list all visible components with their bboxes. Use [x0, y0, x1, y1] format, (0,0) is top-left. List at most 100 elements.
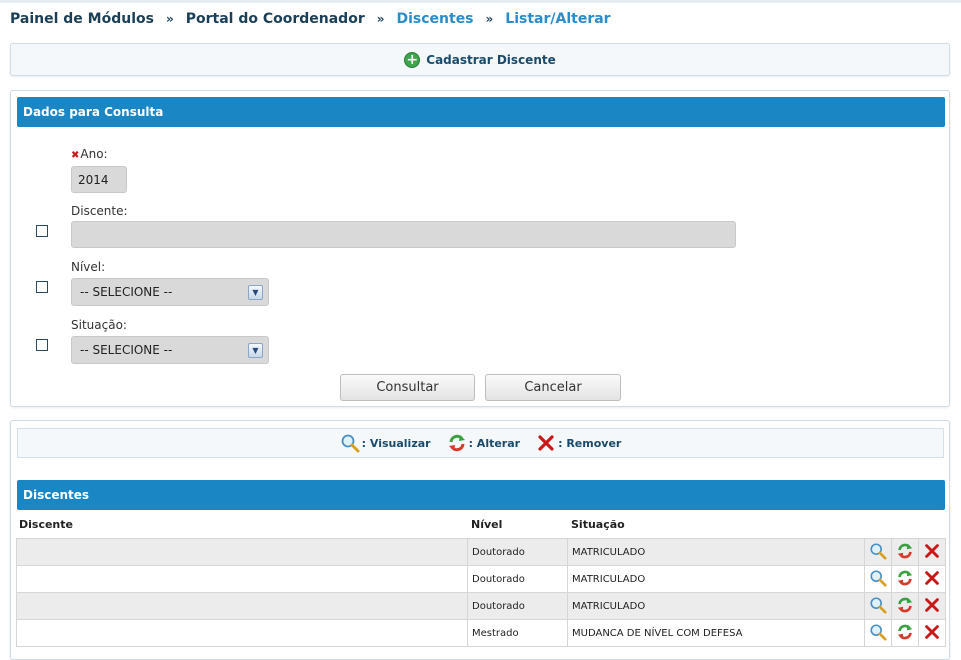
discente-checkbox[interactable]: [36, 225, 48, 237]
remover-button[interactable]: [922, 596, 942, 616]
discentes-table: Doutorado MATRICULADO Doutorado MATRICULADO…: [16, 538, 946, 647]
cell-action: [864, 619, 892, 647]
column-header-nivel: Nível: [471, 518, 503, 531]
top-strip: [0, 0, 961, 3]
breadcrumb-listar-alterar: Listar/Alterar: [505, 11, 611, 27]
refresh-icon: [897, 624, 913, 640]
situacao-label: Situação:: [71, 318, 127, 332]
cell-action: [864, 592, 892, 620]
visualizar-button[interactable]: [868, 596, 888, 616]
breadcrumb-discentes[interactable]: Discentes: [396, 11, 473, 27]
table-row: Mestrado MUDANCA DE NÍVEL COM DEFESA: [16, 619, 946, 647]
remover-button[interactable]: [922, 569, 942, 589]
breadcrumb-portal-coordenador[interactable]: Portal do Coordenador: [186, 11, 365, 27]
cell-action: [864, 565, 892, 593]
alterar-button[interactable]: [895, 569, 915, 589]
alterar-button[interactable]: [895, 542, 915, 562]
magnifier-icon: [870, 570, 887, 587]
cell-nivel: Mestrado: [467, 619, 568, 647]
cell-nivel: Doutorado: [467, 538, 568, 566]
consultar-button[interactable]: Consultar: [340, 374, 475, 401]
visualizar-button[interactable]: [868, 569, 888, 589]
cell-discente: [16, 565, 468, 593]
nivel-label: Nível:: [71, 260, 106, 274]
chevron-down-icon: ▼: [248, 285, 263, 300]
refresh-icon: [897, 597, 913, 613]
remove-icon: [925, 544, 939, 558]
remove-icon: [538, 435, 554, 451]
breadcrumb: Painel de Módulos » Portal do Coordenado…: [10, 9, 611, 29]
alterar-button[interactable]: [895, 596, 915, 616]
remover-button[interactable]: [922, 542, 942, 562]
cancelar-button[interactable]: Cancelar: [485, 374, 621, 401]
breadcrumb-separator: »: [485, 12, 494, 26]
chevron-down-icon: ▼: [248, 343, 263, 358]
cell-nivel: Doutorado: [467, 565, 568, 593]
alterar-button[interactable]: [895, 623, 915, 643]
refresh-icon: [448, 434, 465, 452]
cadastrar-discente-link[interactable]: + Cadastrar Discente: [404, 51, 556, 68]
ano-input[interactable]: 2014: [71, 166, 127, 193]
cell-action: [891, 565, 919, 593]
breadcrumb-painel-modulos[interactable]: Painel de Módulos: [10, 11, 154, 27]
cell-action: [918, 619, 946, 647]
action-bar: + Cadastrar Discente: [10, 43, 950, 76]
cell-discente: [16, 592, 468, 620]
refresh-icon: [897, 543, 913, 559]
query-panel: Dados para Consulta ✖Ano: 2014 Discente:…: [10, 90, 950, 407]
results-header: Discentes: [17, 480, 945, 510]
discente-input[interactable]: [71, 221, 736, 248]
remove-icon: [925, 571, 939, 585]
cell-situacao: MATRICULADO: [567, 592, 865, 620]
visualizar-button[interactable]: [868, 542, 888, 562]
magnifier-icon: [870, 624, 887, 641]
required-asterisk-icon: ✖: [71, 150, 80, 161]
cell-situacao: MUDANCA DE NÍVEL COM DEFESA: [567, 619, 865, 647]
query-header: Dados para Consulta: [17, 97, 945, 127]
ano-label: ✖Ano:: [71, 147, 108, 161]
cell-discente: [16, 619, 468, 647]
column-header-situacao: Situação: [571, 518, 625, 531]
nivel-select-value: -- SELECIONE --: [80, 285, 173, 299]
magnifier-icon: [870, 543, 887, 560]
breadcrumb-separator: »: [376, 12, 385, 26]
legend-remover-label: : Remover: [558, 436, 622, 450]
cell-action: [918, 538, 946, 566]
table-row: Doutorado MATRICULADO: [16, 592, 946, 620]
refresh-icon: [897, 570, 913, 586]
magnifier-icon: [870, 597, 887, 614]
cell-discente: [16, 538, 468, 566]
legend-alterar: : Alterar: [447, 433, 521, 453]
remove-icon: [925, 598, 939, 612]
legend-remover: : Remover: [536, 433, 621, 453]
results-panel: : Visualizar : Alterar : Remover Discent…: [10, 420, 950, 660]
nivel-select[interactable]: -- SELECIONE -- ▼: [71, 278, 269, 306]
table-row: Doutorado MATRICULADO: [16, 538, 946, 566]
situacao-select-value: -- SELECIONE --: [80, 343, 173, 357]
visualizar-button[interactable]: [868, 623, 888, 643]
cadastrar-discente-label: Cadastrar Discente: [426, 52, 556, 67]
cell-situacao: MATRICULADO: [567, 538, 865, 566]
situacao-select[interactable]: -- SELECIONE -- ▼: [71, 336, 269, 364]
legend-visualizar: : Visualizar: [340, 433, 431, 453]
breadcrumb-separator: »: [165, 12, 174, 26]
cell-action: [891, 619, 919, 647]
magnifier-icon: [341, 434, 360, 453]
remove-icon: [925, 625, 939, 639]
cell-action: [891, 592, 919, 620]
plus-icon: +: [404, 51, 421, 68]
table-row: Doutorado MATRICULADO: [16, 565, 946, 593]
cell-action: [891, 538, 919, 566]
legend-visualizar-label: : Visualizar: [361, 436, 431, 450]
cell-situacao: MATRICULADO: [567, 565, 865, 593]
remover-button[interactable]: [922, 623, 942, 643]
cell-nivel: Doutorado: [467, 592, 568, 620]
legend-alterar-label: : Alterar: [468, 436, 521, 450]
legend-bar: : Visualizar : Alterar : Remover: [17, 428, 944, 458]
cell-action: [918, 565, 946, 593]
nivel-checkbox[interactable]: [36, 281, 48, 293]
situacao-checkbox[interactable]: [36, 339, 48, 351]
column-header-discente: Discente: [19, 518, 73, 531]
discente-label: Discente:: [71, 204, 128, 218]
ano-label-text: Ano:: [80, 147, 108, 161]
